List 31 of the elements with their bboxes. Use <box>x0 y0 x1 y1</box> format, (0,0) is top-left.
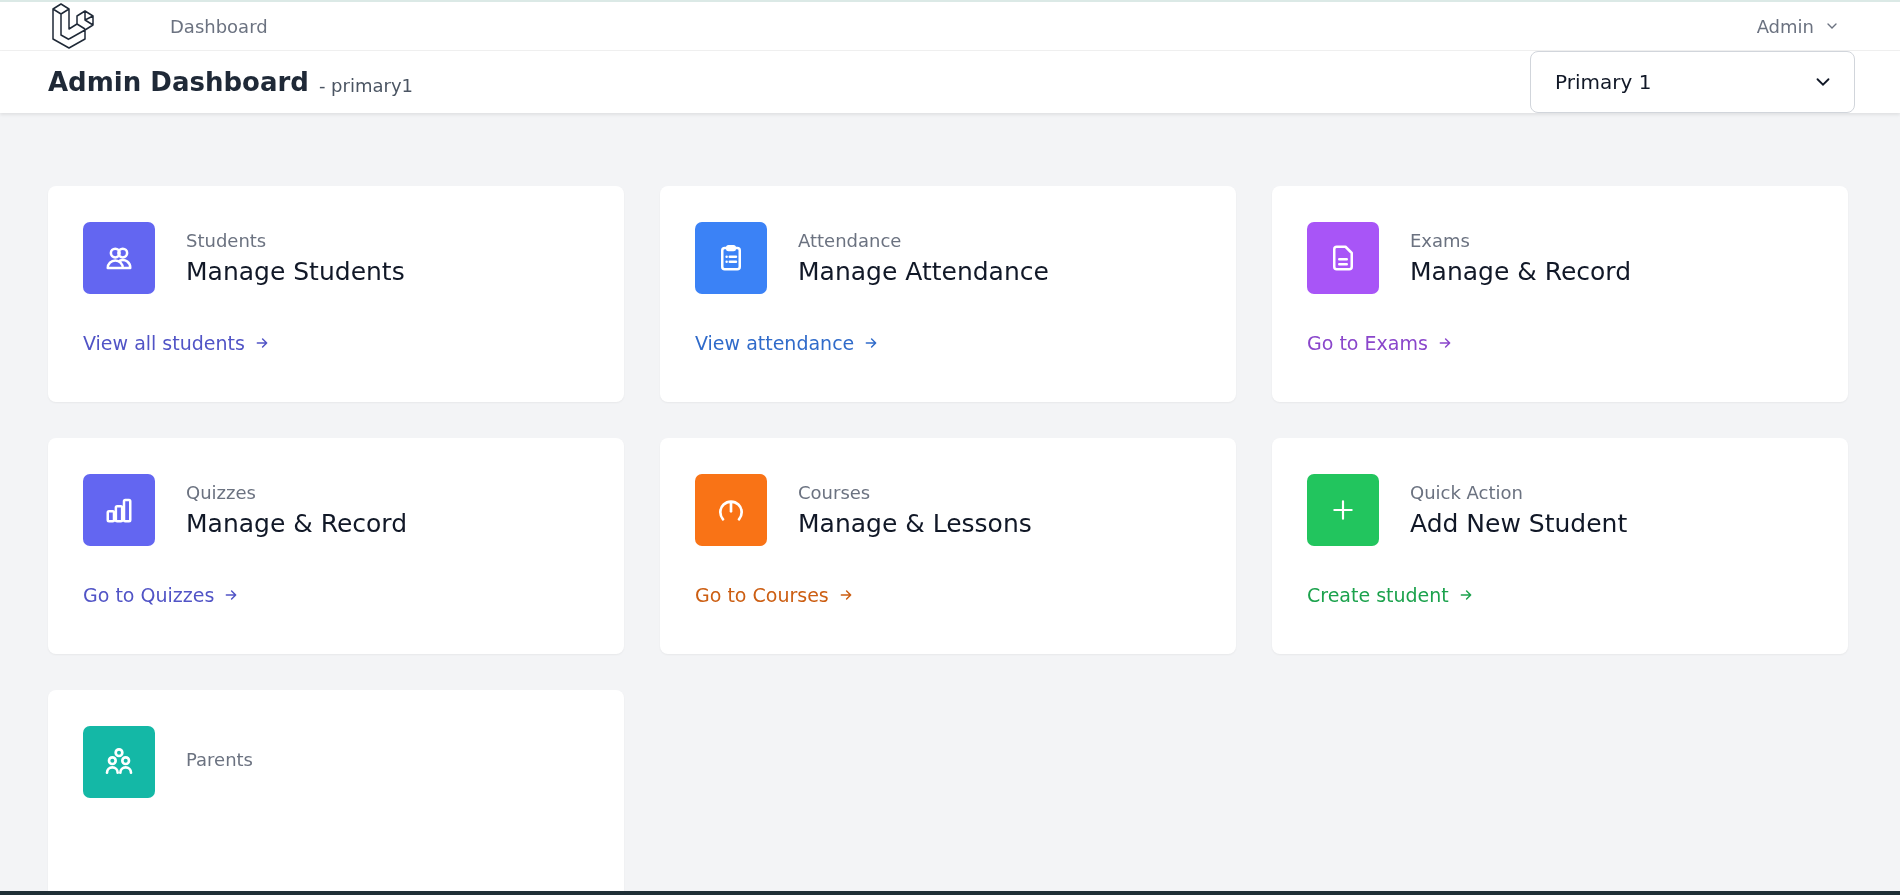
card-title: Manage & Lessons <box>798 509 1032 538</box>
page-subtitle: - primary1 <box>318 74 413 96</box>
card-label: Quick Action <box>1410 482 1524 503</box>
card-label: Courses <box>798 482 872 503</box>
card-title: Add New Student <box>1410 509 1628 538</box>
card-title: Manage & Record <box>186 509 408 538</box>
plus-icon <box>1330 497 1356 523</box>
nav-link[interactable]: Dashboard <box>170 15 268 37</box>
card-link[interactable]: View all students <box>83 332 269 354</box>
card-label: Attendance <box>798 230 903 251</box>
card-label: Students <box>186 230 268 251</box>
arrow-right-icon <box>224 588 239 602</box>
arrow-right-icon <box>1458 588 1473 602</box>
arrow-right-icon <box>838 588 853 602</box>
user-menu-button[interactable]: Admin <box>1756 15 1840 37</box>
page-title: Admin Dashboard <box>48 67 309 97</box>
card-link[interactable]: Go to Exams <box>1307 332 1452 354</box>
class-select[interactable]: Primary 1 <box>1530 51 1855 113</box>
card-title: Manage Attendance <box>798 257 1049 286</box>
card-title: Manage & Record <box>1410 257 1632 286</box>
card-link[interactable]: Go to Courses <box>695 584 853 606</box>
card-link[interactable]: Go to Quizzes <box>83 584 239 606</box>
card-label: Quizzes <box>186 482 257 503</box>
arrow-right-icon <box>254 336 269 350</box>
card-link[interactable]: Create student <box>1307 584 1473 606</box>
card-link[interactable]: View attendance <box>695 332 879 354</box>
arrow-right-icon <box>864 336 879 350</box>
card-label: Parents <box>186 748 253 770</box>
card-label: Exams <box>1410 230 1471 251</box>
arrow-right-icon <box>1437 336 1452 350</box>
card-title: Manage Students <box>186 257 405 286</box>
